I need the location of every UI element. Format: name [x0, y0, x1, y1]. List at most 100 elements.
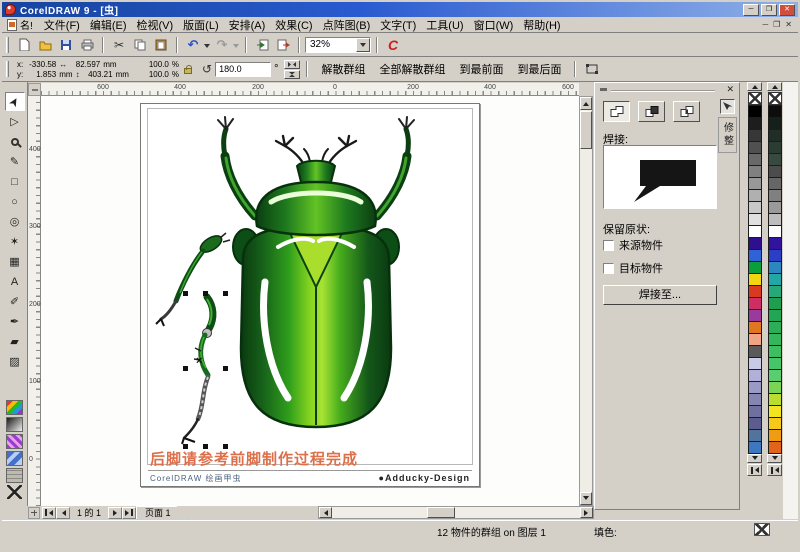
width-value[interactable]: 82.597 — [70, 60, 100, 69]
last-page-button[interactable] — [122, 507, 136, 519]
zoom-tool[interactable] — [5, 132, 25, 151]
shaping-tab-label[interactable]: 修整 — [718, 117, 737, 153]
document-system-icon[interactable] — [7, 19, 17, 31]
scroll-up-button[interactable] — [580, 97, 592, 110]
print-button[interactable] — [77, 35, 97, 54]
palette-scroll-up-button[interactable] — [767, 82, 782, 91]
toolbar-grip[interactable] — [6, 37, 9, 53]
fountain-fill-swatch[interactable] — [6, 417, 23, 432]
docker-close-icon[interactable]: ✕ — [726, 84, 734, 95]
postscript-fill-swatch[interactable] — [6, 468, 23, 483]
horizontal-scroll-thumb[interactable] — [427, 507, 455, 518]
menu-item[interactable]: 版面(L) — [178, 16, 223, 34]
child-window-button[interactable]: ─ — [762, 20, 768, 29]
fill-tool[interactable]: ▰ — [5, 332, 25, 351]
menu-item[interactable]: 点阵图(B) — [318, 16, 376, 34]
scroll-down-button[interactable] — [580, 492, 592, 505]
fill-color-swatch[interactable] — [6, 400, 23, 415]
child-window-button[interactable]: ✕ — [785, 20, 792, 29]
intersect-mode-button[interactable] — [673, 101, 700, 122]
ellipse-tool[interactable]: ○ — [5, 192, 25, 211]
palette-expand-button[interactable] — [747, 464, 762, 476]
mirror-vertical-button[interactable] — [284, 70, 300, 79]
horizontal-scrollbar[interactable] — [318, 506, 594, 519]
scroll-right-button[interactable] — [580, 507, 593, 518]
minimize-button[interactable]: ─ — [743, 4, 759, 16]
undo-button[interactable]: ↶ — [183, 35, 203, 54]
vertical-scroll-thumb[interactable] — [580, 111, 592, 149]
menu-item[interactable]: 安排(A) — [224, 16, 271, 34]
rectangle-tool[interactable]: □ — [5, 172, 25, 191]
close-button[interactable]: ✕ — [779, 4, 795, 16]
basic-shapes-tool[interactable]: ✶ — [5, 232, 25, 251]
redo-button[interactable]: ↷ — [212, 35, 232, 54]
page-tab[interactable]: 页面 1 — [136, 506, 189, 519]
child-window-button[interactable]: ❐ — [773, 20, 780, 29]
mirror-horizontal-button[interactable] — [284, 60, 300, 69]
selection-handle[interactable] — [183, 366, 188, 371]
docker-drag-handle[interactable] — [600, 88, 607, 91]
freehand-tool[interactable]: ✎ — [5, 152, 25, 171]
scale-y-value[interactable]: 100.0 — [139, 70, 169, 79]
zoom-dropdown-button[interactable] — [356, 38, 370, 52]
next-page-button[interactable] — [108, 507, 122, 519]
menu-item[interactable]: 文件(F) — [39, 16, 85, 34]
weld-mode-button[interactable] — [603, 101, 630, 122]
palette-scroll-down-button[interactable] — [747, 454, 762, 463]
selection-handle[interactable] — [223, 366, 228, 371]
height-value[interactable]: 403.21 — [83, 70, 113, 79]
palette-expand-button[interactable] — [767, 464, 782, 476]
y-value[interactable]: 1.853 — [26, 70, 56, 79]
trim-mode-button[interactable] — [638, 101, 665, 122]
shape-tool[interactable]: ▷ — [5, 112, 25, 131]
weld-to-button[interactable]: 焊接至... — [603, 285, 717, 305]
selection-handle[interactable] — [223, 291, 228, 296]
new-button[interactable] — [14, 35, 34, 54]
convert-to-curves-button[interactable] — [582, 60, 602, 79]
toolbar-grip[interactable] — [6, 61, 9, 77]
checkbox[interactable] — [603, 240, 614, 251]
scroll-left-button[interactable] — [319, 507, 332, 518]
pick-tool[interactable]: ➤ — [5, 92, 25, 111]
propbar-button[interactable]: 到最前面 — [452, 59, 510, 79]
texture-fill-swatch[interactable] — [6, 451, 23, 466]
selection-handle[interactable] — [203, 291, 208, 296]
interactive-fill-tool[interactable]: ▨ — [5, 352, 25, 371]
copy-button[interactable] — [130, 35, 150, 54]
corel-online-button[interactable]: C — [383, 35, 403, 54]
propbar-button[interactable]: 全部解散群组 — [372, 59, 452, 79]
add-page-button[interactable] — [28, 507, 40, 519]
selection-handle[interactable] — [183, 291, 188, 296]
color-swatch[interactable] — [748, 441, 762, 454]
menu-item[interactable]: 文字(T) — [375, 16, 421, 34]
save-button[interactable] — [56, 35, 76, 54]
previous-page-button[interactable] — [56, 507, 70, 519]
vertical-scrollbar[interactable] — [579, 96, 593, 506]
pattern-fill-swatch[interactable] — [6, 434, 23, 449]
paste-button[interactable] — [151, 35, 171, 54]
ruler-origin-button[interactable] — [28, 83, 41, 96]
palette-scroll-up-button[interactable] — [747, 82, 762, 91]
menu-item[interactable]: 帮助(H) — [518, 16, 565, 34]
proportional-lock-icon[interactable] — [184, 68, 192, 74]
menu-item[interactable]: 编辑(E) — [85, 16, 132, 34]
rotation-input[interactable]: 180.0 — [215, 62, 271, 77]
export-button[interactable] — [273, 35, 293, 54]
spiral-tool[interactable]: ◎ — [5, 212, 25, 231]
redo-dropdown-icon[interactable] — [233, 44, 239, 51]
shaping-tab-icon[interactable] — [720, 99, 735, 114]
no-color-swatch[interactable] — [768, 92, 782, 105]
selection-center-marker[interactable]: × — [196, 355, 202, 367]
x-value[interactable]: -330.58 — [26, 60, 56, 69]
color-swatch[interactable] — [768, 441, 782, 454]
menu-item[interactable]: 检视(V) — [132, 16, 179, 34]
import-button[interactable] — [252, 35, 272, 54]
undo-dropdown-icon[interactable] — [204, 44, 210, 51]
graph-paper-tool[interactable]: ▦ — [5, 252, 25, 271]
outline-pen-tool[interactable]: ✒ — [5, 312, 25, 331]
menu-item[interactable]: 窗口(W) — [469, 16, 519, 34]
restore-button[interactable]: ❐ — [761, 4, 777, 16]
checkbox[interactable] — [603, 263, 614, 274]
propbar-button[interactable]: 解散群组 — [314, 59, 372, 79]
zoom-level-select[interactable]: 32% — [305, 37, 371, 53]
